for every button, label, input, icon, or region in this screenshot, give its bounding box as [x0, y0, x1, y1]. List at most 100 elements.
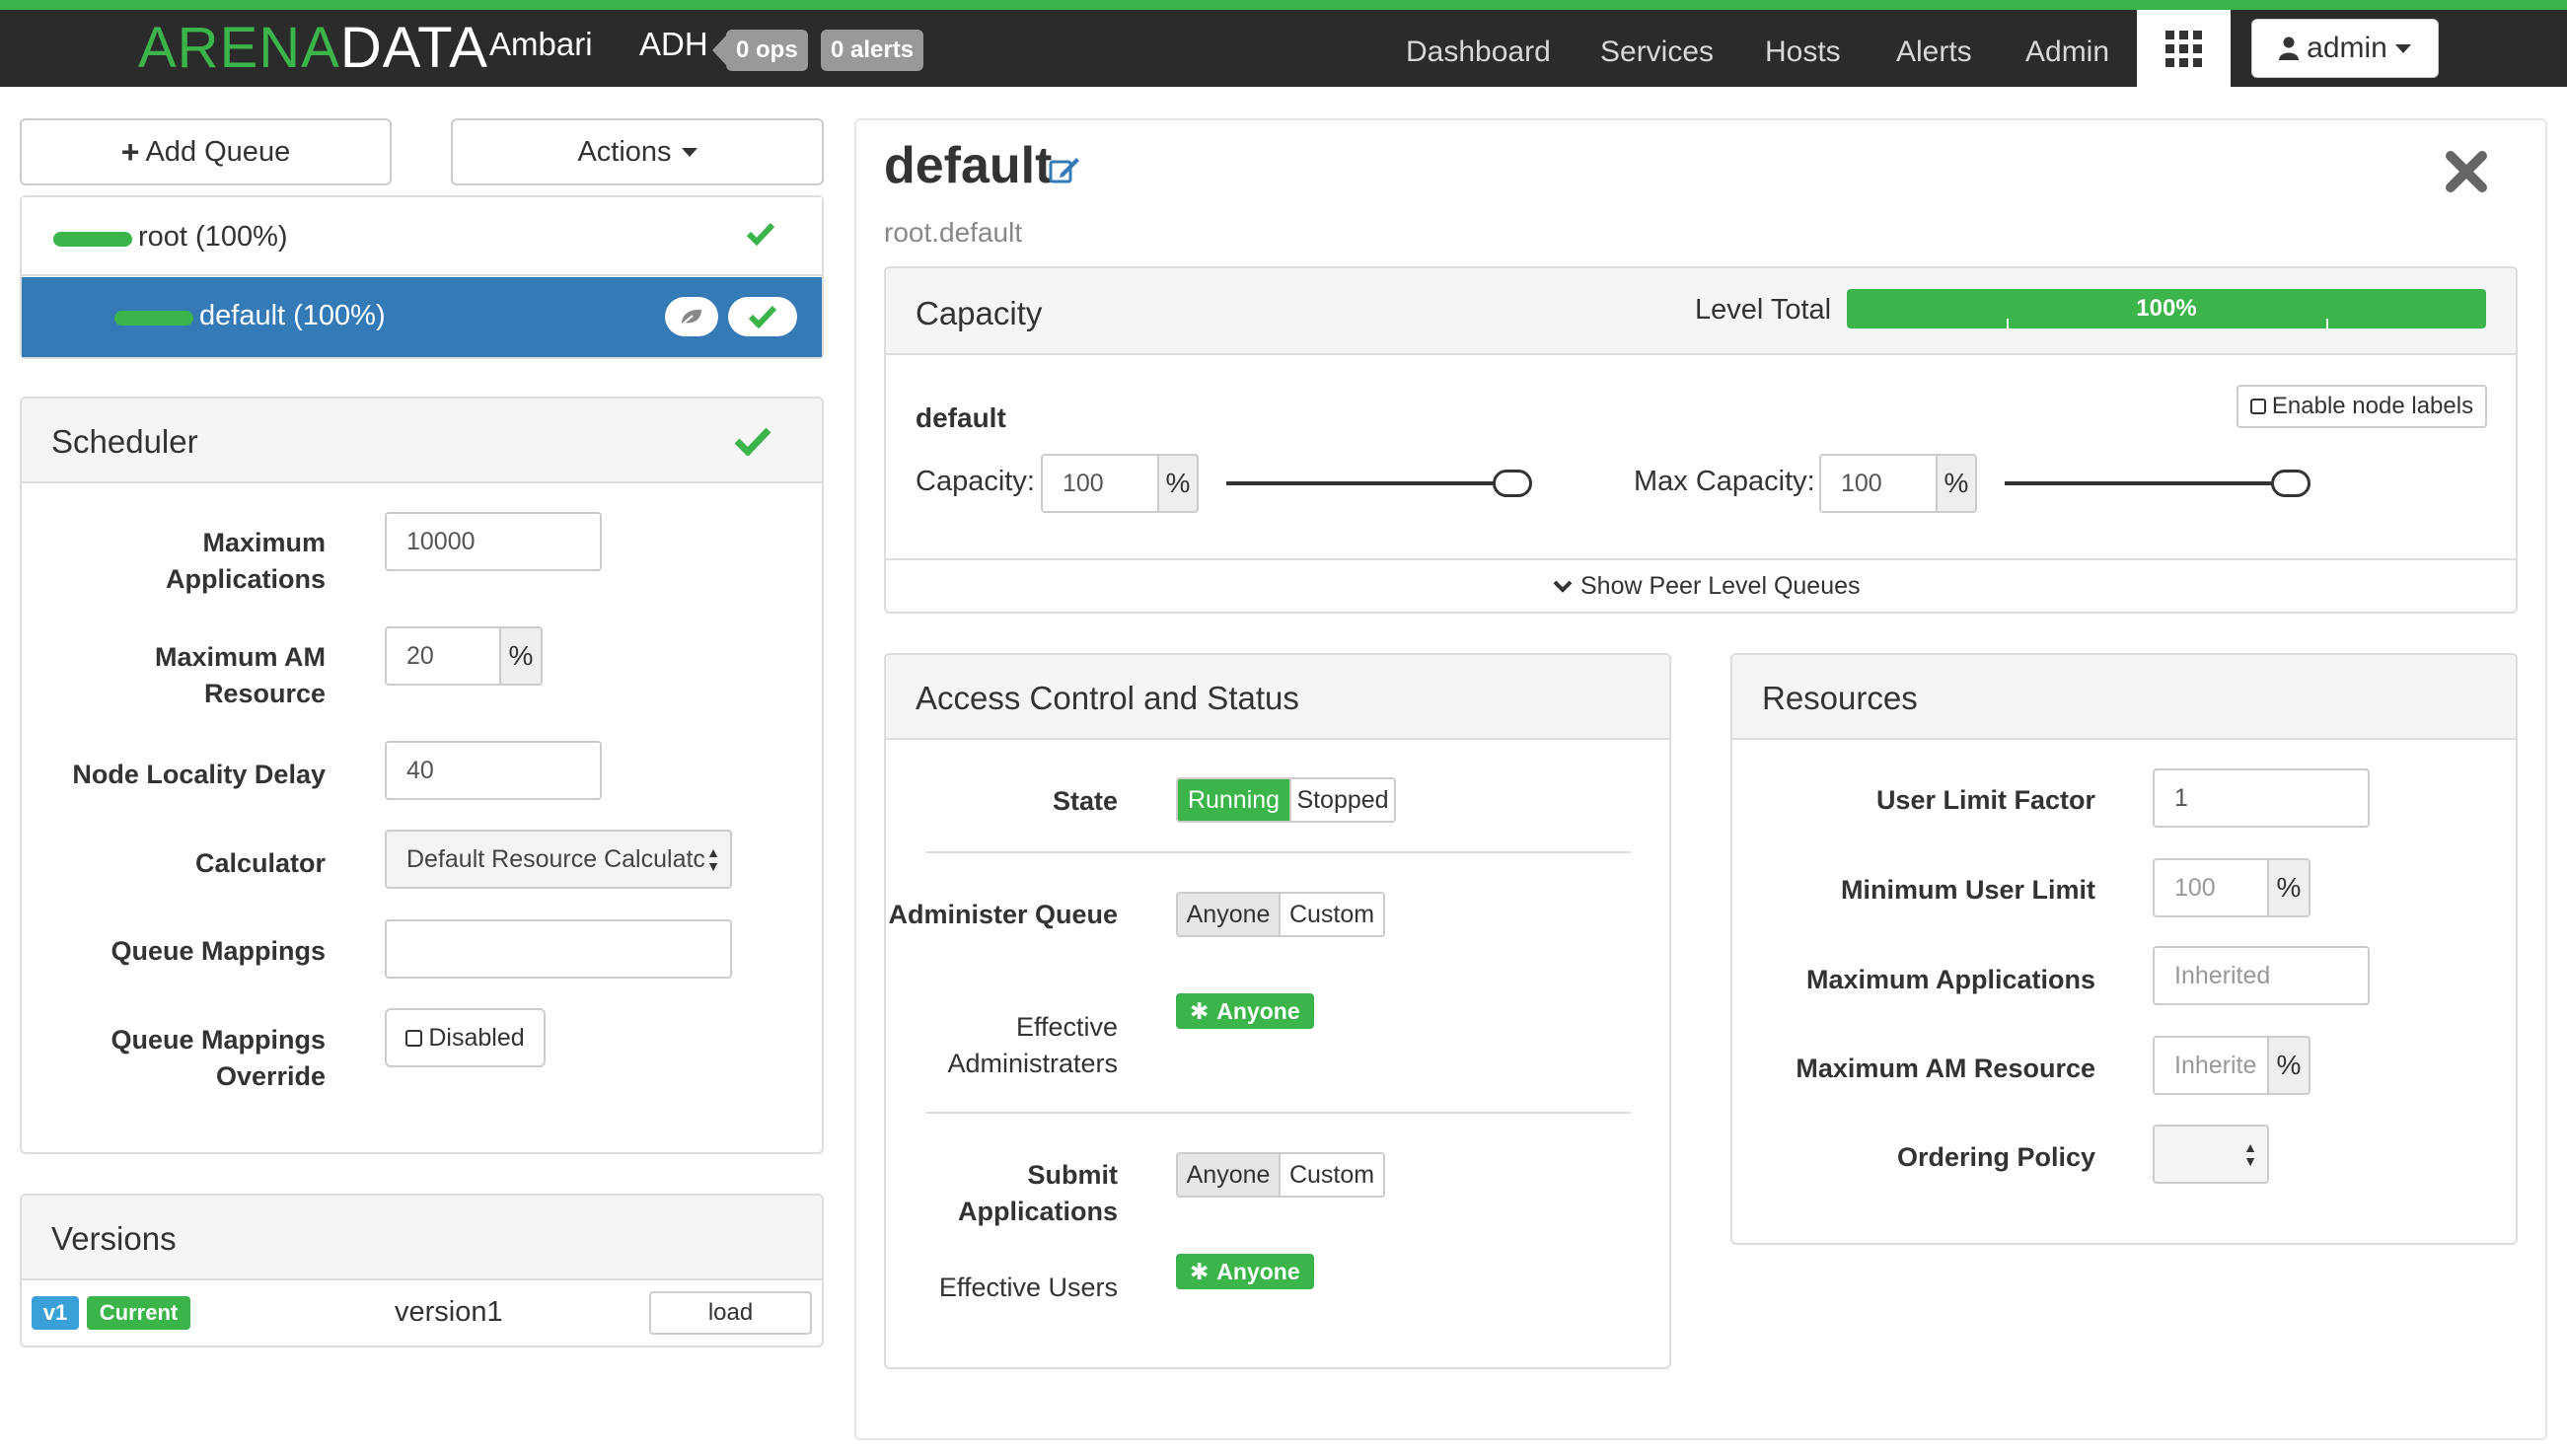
enable-node-labels-toggle[interactable]: Enable node labels — [2237, 385, 2487, 428]
cluster-name[interactable]: ADH — [639, 26, 708, 63]
user-icon — [2279, 36, 2300, 60]
percent-addon: % — [1157, 454, 1199, 513]
effective-users-badge: ✱ Anyone — [1176, 1254, 1314, 1289]
ordering-policy-select[interactable]: ▲ ▼ — [2153, 1125, 2269, 1184]
queue-mappings-input[interactable] — [385, 919, 732, 979]
top-accent-bar — [0, 0, 2567, 10]
maximum-applications-input[interactable]: Inherited — [2153, 946, 2370, 1005]
versions-panel-header: Versions — [22, 1196, 822, 1280]
nav-admin[interactable]: Admin — [2025, 36, 2109, 69]
state-running-option[interactable]: Running — [1178, 779, 1289, 821]
capacity-title: Capacity — [916, 295, 1043, 331]
arenadata-logo[interactable]: ARENA DATA — [138, 16, 488, 80]
max-capacity-input[interactable]: 100 — [1819, 454, 1938, 513]
app-name[interactable]: Ambari — [489, 26, 593, 63]
check-icon — [748, 305, 777, 328]
add-queue-button[interactable]: + Add Queue — [20, 118, 392, 185]
percent-addon: % — [2267, 858, 2310, 917]
queue-mappings-label: Queue Mappings — [110, 936, 326, 966]
max-applications-input[interactable]: 10000 — [385, 512, 602, 571]
max-am-resource-input[interactable]: 20 — [385, 626, 501, 686]
effective-users-label: Effective Users — [938, 1273, 1118, 1302]
load-version-button[interactable]: load — [649, 1291, 812, 1335]
show-peer-queues-link[interactable]: Show Peer Level Queues — [1553, 572, 1861, 601]
administer-anyone-option[interactable]: Anyone — [1178, 894, 1279, 935]
resources-panel-header: Resources — [1732, 655, 2516, 740]
user-limit-factor-input[interactable]: 1 — [2153, 768, 2370, 828]
access-control-title: Access Control and Status — [916, 680, 1299, 716]
scheduler-panel-header: Scheduler — [22, 399, 822, 483]
version-name: version1 — [395, 1296, 503, 1328]
calculator-label: Calculator — [194, 848, 326, 878]
percent-addon: % — [499, 626, 543, 686]
views-menu-button[interactable] — [2137, 10, 2231, 87]
leaf-queue-button[interactable] — [665, 297, 718, 336]
node-locality-delay-label: Node Locality Delay — [72, 760, 326, 789]
apps-grid-icon — [2165, 30, 2202, 67]
state-stopped-option[interactable]: Stopped — [1289, 779, 1394, 821]
user-menu-button[interactable]: admin — [2251, 19, 2439, 78]
percent-addon: % — [1936, 454, 1977, 513]
actions-label: Actions — [577, 135, 672, 168]
nav-hosts[interactable]: Hosts — [1765, 36, 1841, 69]
capacity-slider-handle[interactable] — [1493, 470, 1532, 497]
chevron-down-icon — [1553, 580, 1573, 593]
alerts-badge[interactable]: 0 alerts — [821, 30, 924, 71]
queue-valid-button[interactable] — [728, 297, 797, 336]
level-total-label: Level Total — [1695, 294, 1832, 326]
ordering-policy-label: Ordering Policy — [1896, 1142, 2095, 1172]
administer-custom-option[interactable]: Custom — [1279, 894, 1383, 935]
node-locality-delay-input[interactable]: 40 — [385, 741, 602, 800]
divider — [925, 1112, 1631, 1114]
submit-applications-toggle[interactable]: Anyone Custom — [1176, 1152, 1385, 1198]
max-capacity-slider-track[interactable] — [2005, 481, 2291, 485]
check-icon — [734, 426, 771, 456]
calculator-select[interactable]: Default Resource Calculatc ▲ ▼ — [385, 830, 732, 889]
queue-mappings-override-toggle[interactable]: Disabled — [385, 1008, 546, 1067]
chevron-down-icon — [2394, 43, 2411, 53]
submit-anyone-option[interactable]: Anyone — [1178, 1154, 1279, 1196]
administer-queue-toggle[interactable]: Anyone Custom — [1176, 892, 1385, 937]
close-icon[interactable] — [2445, 150, 2488, 198]
access-control-panel-header: Access Control and Status — [886, 655, 1669, 740]
divider — [886, 558, 2516, 560]
minimum-user-limit-input[interactable]: 100 — [2153, 858, 2269, 917]
checkbox-icon — [405, 1029, 423, 1047]
max-applications-label: Maximum Applications — [165, 528, 326, 594]
queue-path: root.default — [884, 217, 1023, 248]
effective-administrators-label: Effective Administraters — [947, 1012, 1118, 1078]
checkbox-icon — [2249, 399, 2266, 414]
max-capacity-slider-handle[interactable] — [2271, 470, 2310, 497]
submit-custom-option[interactable]: Custom — [1279, 1154, 1383, 1196]
current-version-badge: Current — [87, 1296, 190, 1330]
queue-item-root[interactable]: root (100%) — [22, 197, 822, 276]
capacity-label: Capacity: — [916, 466, 1035, 497]
queue-label-root: root (100%) — [138, 221, 288, 253]
maximum-am-resource-input[interactable]: Inherite — [2153, 1036, 2269, 1095]
user-limit-factor-label: User Limit Factor — [1875, 785, 2095, 815]
enable-node-labels-label: Enable node labels — [2271, 393, 2474, 419]
leaf-icon — [680, 309, 701, 327]
max-capacity-label: Max Capacity: — [1634, 466, 1815, 497]
level-tick — [2007, 319, 2009, 328]
state-toggle[interactable]: Running Stopped — [1176, 777, 1396, 823]
effective-administrators-value: Anyone — [1216, 997, 1300, 1024]
minimum-user-limit-label: Minimum User Limit — [1840, 875, 2095, 905]
nav-alerts[interactable]: Alerts — [1896, 36, 1972, 69]
queue-title: default — [884, 137, 1053, 194]
select-arrows-icon: ▲ ▼ — [706, 844, 720, 874]
actions-dropdown-button[interactable]: Actions — [451, 118, 824, 185]
submit-applications-label: Submit Applications — [957, 1160, 1118, 1226]
nav-dashboard[interactable]: Dashboard — [1406, 36, 1551, 69]
resources-title: Resources — [1762, 680, 1918, 716]
ops-badge[interactable]: 0 ops — [712, 30, 808, 71]
edit-icon[interactable] — [1049, 156, 1080, 188]
show-peer-queues-label: Show Peer Level Queues — [1580, 572, 1861, 600]
queue-item-default[interactable]: default (100%) — [22, 277, 822, 357]
nav-services[interactable]: Services — [1600, 36, 1714, 69]
version-tag-badge: v1 — [32, 1296, 79, 1330]
scheduler-title: Scheduler — [51, 423, 198, 460]
level-tick — [2326, 319, 2328, 328]
capacity-slider-track[interactable] — [1226, 481, 1512, 485]
capacity-input[interactable]: 100 — [1041, 454, 1159, 513]
